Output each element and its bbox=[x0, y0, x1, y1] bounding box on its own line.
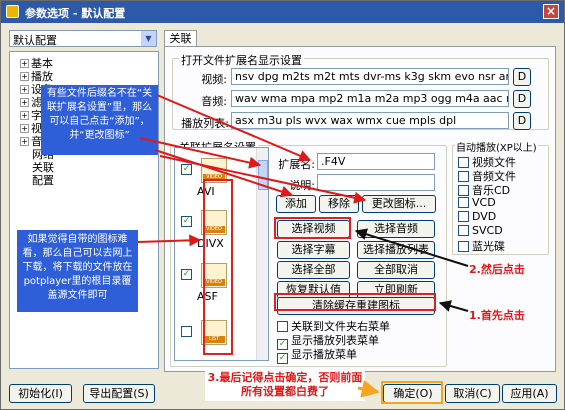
tip-note-custom-icons: 如果觉得自带的图标难看，那么自己可以去网上下载，将下载的文件放在potplaye… bbox=[17, 230, 138, 312]
item-checkbox[interactable]: ✓ bbox=[181, 164, 192, 175]
tree-item-label: 配置 bbox=[32, 174, 54, 187]
video-ext-label: 视频: bbox=[201, 73, 227, 86]
deselect-all-button[interactable]: 全部取消 bbox=[357, 261, 435, 279]
highlight-clear-cache bbox=[274, 293, 436, 311]
play-menu-option[interactable]: ✓ 显示播放菜单 bbox=[277, 346, 357, 364]
expand-icon[interactable]: + bbox=[20, 111, 29, 120]
tree-item-association[interactable]: 关联 bbox=[32, 159, 54, 174]
step-2-label: 2.然后点击 bbox=[469, 263, 525, 276]
title-bar: 参数选项 - 默认配置 × bbox=[1, 1, 564, 23]
ext-name-label: 扩展名: bbox=[278, 158, 315, 171]
option-checkbox[interactable] bbox=[458, 185, 469, 196]
assoc-list-scrollbar[interactable] bbox=[256, 148, 268, 360]
playlist-menu-option[interactable]: ✓ 显示播放列表菜单 bbox=[277, 332, 379, 350]
expand-icon[interactable]: + bbox=[20, 124, 29, 133]
tree-item-basic[interactable]: + 基本 bbox=[20, 55, 53, 70]
step-3-label: 3.最后记得点击确定，否则前面所有设置都白费了 bbox=[205, 371, 365, 401]
item-checkbox[interactable]: ✓ bbox=[181, 216, 192, 227]
option-label: DVD bbox=[472, 210, 497, 223]
tree-item-playback[interactable]: + 播放 bbox=[20, 68, 53, 83]
highlight-select-video bbox=[274, 217, 351, 239]
option-label: 蓝光碟 bbox=[472, 240, 505, 253]
item-checkbox[interactable]: ✓ bbox=[181, 269, 192, 280]
tab-association[interactable]: 关联 bbox=[164, 30, 197, 47]
select-subtitles-button[interactable]: 选择字幕 bbox=[277, 241, 350, 259]
window-title: 参数选项 - 默认配置 bbox=[25, 7, 126, 20]
scrollbar-thumb[interactable] bbox=[258, 160, 268, 190]
audio-ext-label: 音频: bbox=[201, 95, 227, 108]
expand-icon[interactable]: + bbox=[20, 137, 29, 146]
video-ext-field[interactable]: nsv dpg m2ts m2t mts dvr-ms k3g skm evo … bbox=[231, 68, 509, 85]
description-field[interactable] bbox=[317, 174, 435, 191]
expand-icon[interactable]: + bbox=[20, 98, 29, 107]
chevron-down-icon[interactable]: ▼ bbox=[141, 31, 156, 46]
profile-select[interactable]: 默认配置 ▼ bbox=[9, 30, 157, 47]
close-button[interactable]: × bbox=[543, 4, 559, 19]
expand-icon[interactable]: + bbox=[20, 59, 29, 68]
playlist-ext-default-button[interactable]: D bbox=[513, 112, 531, 130]
description-label: 说明: bbox=[289, 179, 315, 192]
highlight-icon-column bbox=[203, 179, 233, 355]
audio-ext-field[interactable]: wav wma mpa mp2 m1a m2a mp3 ogg m4a aac … bbox=[231, 90, 509, 107]
autoplay-bluray-option[interactable]: 蓝光碟 bbox=[458, 238, 505, 253]
add-button[interactable]: 添加 bbox=[276, 195, 316, 213]
expand-icon[interactable]: + bbox=[20, 72, 29, 81]
autoplay-dvd-option[interactable]: DVD bbox=[458, 210, 496, 223]
profile-select-value: 默认配置 bbox=[13, 34, 57, 47]
tree-item-config[interactable]: 配置 bbox=[32, 172, 54, 187]
option-checkbox[interactable]: ✓ bbox=[277, 353, 288, 364]
highlight-ok-button bbox=[381, 381, 443, 404]
autoplay-cd-option[interactable]: 音乐CD bbox=[458, 182, 510, 197]
playlist-ext-field[interactable]: asx m3u pls wvx wax wmx cue mpls dpl bbox=[231, 112, 509, 129]
change-icon-button[interactable]: 更改图标... bbox=[362, 195, 436, 213]
cancel-button[interactable]: 取消(C) bbox=[445, 384, 500, 403]
init-button[interactable]: 初始化(I) bbox=[9, 384, 72, 403]
export-config-button[interactable]: 导出配置(S) bbox=[83, 384, 155, 403]
option-checkbox[interactable] bbox=[458, 197, 469, 208]
autoplay-vcd-option[interactable]: VCD bbox=[458, 196, 496, 209]
expand-icon[interactable]: + bbox=[20, 85, 29, 94]
audio-ext-default-button[interactable]: D bbox=[513, 90, 531, 108]
apply-button[interactable]: 应用(A) bbox=[502, 384, 557, 403]
option-label: SVCD bbox=[472, 224, 503, 237]
app-icon bbox=[6, 5, 19, 18]
step-1-label: 1.首先点击 bbox=[469, 309, 525, 322]
item-checkbox[interactable] bbox=[181, 326, 192, 337]
video-ext-default-button[interactable]: D bbox=[513, 68, 531, 86]
autoplay-svcd-option[interactable]: SVCD bbox=[458, 224, 503, 237]
options-dialog: 参数选项 - 默认配置 × 默认配置 ▼ +基本 +播放 +设备 +滤镜 +字幕… bbox=[0, 0, 565, 410]
option-checkbox[interactable] bbox=[277, 321, 288, 332]
autoplay-group-title: 自动播放(XP以上) bbox=[455, 139, 538, 154]
folder-menu-option[interactable]: 关联到文件夹右菜单 bbox=[277, 318, 390, 333]
option-checkbox[interactable] bbox=[458, 211, 469, 222]
autoplay-audio-option[interactable]: 音频文件 bbox=[458, 168, 516, 183]
option-label: VCD bbox=[472, 196, 496, 209]
option-checkbox[interactable] bbox=[458, 171, 469, 182]
playlist-ext-label: 播放列表: bbox=[181, 117, 229, 130]
option-label: 显示播放菜单 bbox=[291, 348, 357, 361]
autoplay-video-option[interactable]: 视频文件 bbox=[458, 154, 516, 169]
select-playlist-button[interactable]: 选择播放列表 bbox=[357, 241, 435, 259]
tip-note-add-extension: 有些文件后缀名不在“关联扩展名设置”里，那么可以自己点击“添加”，并“更改图标” bbox=[41, 85, 158, 155]
option-checkbox[interactable] bbox=[458, 241, 469, 252]
remove-button[interactable]: 移除 bbox=[319, 195, 359, 213]
option-checkbox[interactable] bbox=[458, 225, 469, 236]
select-audio-button[interactable]: 选择音频 bbox=[357, 220, 435, 238]
ext-name-field[interactable]: .F4V bbox=[317, 153, 435, 170]
ext-display-group-title: 打开文件扩展名显示设置 bbox=[179, 52, 304, 68]
option-checkbox[interactable] bbox=[458, 157, 469, 168]
select-all-button[interactable]: 选择全部 bbox=[277, 261, 350, 279]
